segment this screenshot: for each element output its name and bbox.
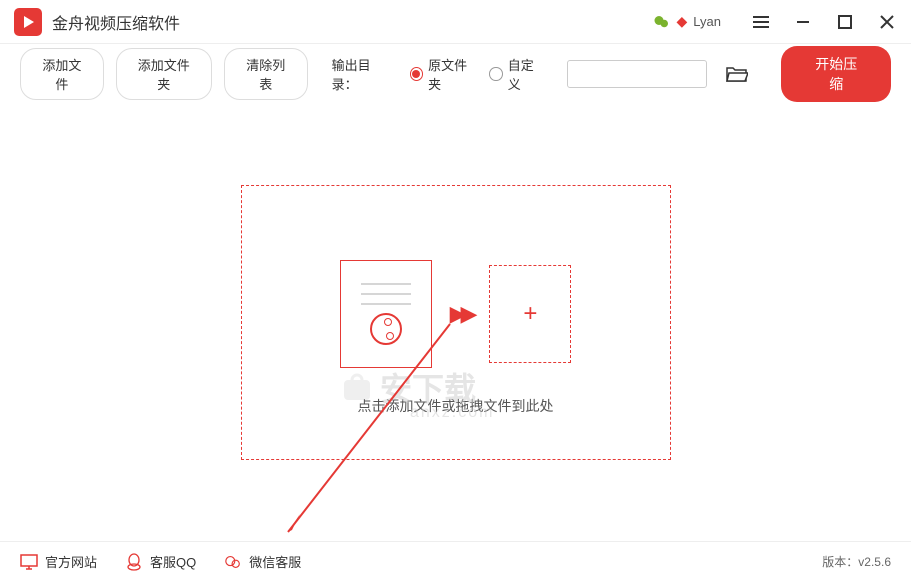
wechat-support-label: 微信客服 bbox=[249, 552, 301, 571]
version-label: 版本：v2.5.6 bbox=[822, 553, 891, 570]
official-site-link[interactable]: 官方网站 bbox=[20, 552, 97, 571]
source-file-icon bbox=[340, 260, 432, 368]
radio-custom-folder[interactable]: 自定义 bbox=[489, 55, 544, 93]
gem-icon: ◆ bbox=[677, 13, 688, 30]
toolbar: 添加文件 添加文件夹 清除列表 输出目录： 原文件夹 自定义 开始压缩 bbox=[0, 44, 911, 104]
window-controls bbox=[751, 12, 897, 32]
titlebar: 金舟视频压缩软件 ◆ Lyan bbox=[0, 0, 911, 44]
app-title: 金舟视频压缩软件 bbox=[52, 10, 180, 34]
target-file-icon: + bbox=[489, 265, 571, 363]
clear-list-button[interactable]: 清除列表 bbox=[224, 48, 308, 100]
maximize-button[interactable] bbox=[835, 12, 855, 32]
wechat-icon bbox=[653, 13, 671, 31]
qq-support-link[interactable]: 客服QQ bbox=[125, 552, 196, 571]
radio-custom-label: 自定义 bbox=[508, 55, 545, 93]
plus-icon: + bbox=[523, 300, 537, 328]
username-label: Lyan bbox=[693, 14, 721, 29]
radio-source-label: 原文件夹 bbox=[428, 55, 477, 93]
minimize-button[interactable] bbox=[793, 12, 813, 32]
close-button[interactable] bbox=[877, 12, 897, 32]
drop-illustration: ▶▶ + bbox=[340, 260, 572, 368]
qq-support-label: 客服QQ bbox=[150, 552, 196, 571]
radio-icon bbox=[410, 67, 423, 81]
wechat-support-link[interactable]: 微信客服 bbox=[224, 552, 301, 571]
output-label: 输出目录： bbox=[332, 55, 394, 93]
output-path-input[interactable] bbox=[567, 60, 707, 88]
footer: 官方网站 客服QQ 微信客服 版本：v2.5.6 bbox=[0, 541, 911, 581]
radio-icon bbox=[489, 67, 502, 81]
monitor-icon bbox=[20, 553, 38, 571]
arrow-icon: ▶▶ bbox=[450, 301, 472, 327]
qq-icon bbox=[125, 553, 143, 571]
drop-zone[interactable]: ▶▶ + 点击添加文件或拖拽文件到此处 bbox=[241, 185, 671, 460]
menu-button[interactable] bbox=[751, 12, 771, 32]
drop-hint-text: 点击添加文件或拖拽文件到此处 bbox=[358, 396, 554, 416]
output-radio-group: 原文件夹 自定义 bbox=[410, 55, 545, 93]
user-area[interactable]: ◆ Lyan bbox=[653, 13, 722, 31]
add-file-button[interactable]: 添加文件 bbox=[20, 48, 104, 100]
official-site-label: 官方网站 bbox=[45, 552, 97, 571]
app-logo bbox=[14, 8, 42, 36]
start-compress-button[interactable]: 开始压缩 bbox=[781, 46, 891, 102]
add-folder-button[interactable]: 添加文件夹 bbox=[116, 48, 212, 100]
main-area: ▶▶ + 点击添加文件或拖拽文件到此处 安下载 anxz.com bbox=[0, 104, 911, 541]
browse-folder-button[interactable] bbox=[725, 61, 750, 87]
radio-source-folder[interactable]: 原文件夹 bbox=[410, 55, 478, 93]
wechat-support-icon bbox=[224, 553, 242, 571]
